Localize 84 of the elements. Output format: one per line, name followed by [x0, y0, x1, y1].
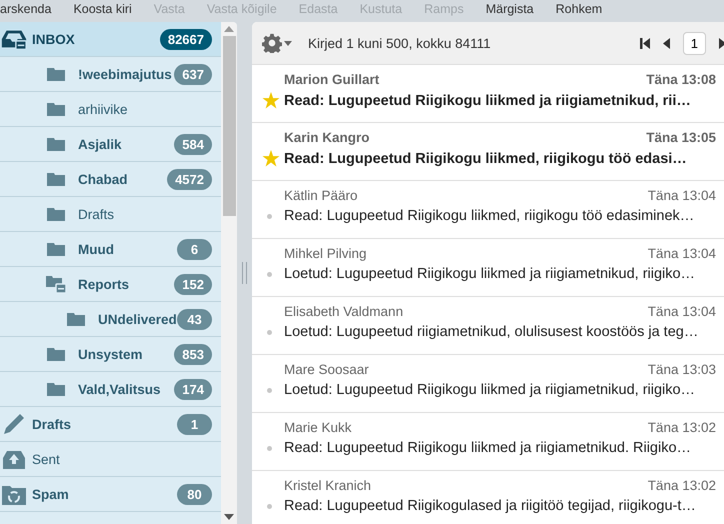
- status-dot-icon[interactable]: [267, 446, 272, 450]
- folder-name: arhiivike: [78, 102, 129, 116]
- folder-name: Sent: [32, 452, 61, 466]
- folder-name: Muud: [78, 242, 115, 256]
- status-dot-icon[interactable]: [267, 388, 272, 392]
- folder-name: Reports: [78, 276, 130, 292]
- unread-count-badge: 637: [174, 64, 212, 84]
- message-item[interactable]: Kristel Kranich Täna 13:02 Read: Lugupeetud Riigikogulased ja riigitöö tegijad, riigikogu-t…: [252, 471, 724, 524]
- folder-name: Unsystem: [78, 346, 144, 362]
- status-dot-icon[interactable]: [267, 272, 272, 276]
- folder-name: Asjalik: [78, 136, 123, 152]
- settings-menu-button[interactable]: [262, 33, 292, 53]
- message-subject: Read: Lugupeetud Riigikogu liikmed ja riigiametnikud. Riigiko…: [284, 440, 692, 456]
- folder-item[interactable]: INBOX 82667: [0, 22, 221, 57]
- star-icon[interactable]: [262, 150, 280, 167]
- scroll-up-arrow-icon[interactable]: [224, 26, 234, 32]
- folder-name: UNdelivered: [98, 312, 177, 326]
- message-item[interactable]: Marie Kukk Täna 13:02 Read: Lugupeetud Riigikogu liikmed ja riigiametnikud. Riigiko…: [252, 413, 724, 471]
- folder-name: Chabad: [78, 172, 129, 186]
- sender-name: Marie Kukk: [284, 420, 353, 435]
- scroll-down-arrow-icon[interactable]: [224, 514, 234, 520]
- folder-name: Vald,Valitsus: [78, 382, 162, 396]
- folder-name: Drafts: [32, 416, 72, 432]
- splitter-handle[interactable]: [242, 262, 247, 284]
- unread-count-badge: 80: [177, 484, 212, 504]
- toolbar-button[interactable]: Rohkem: [544, 2, 614, 16]
- message-date: Täna 13:04: [648, 188, 716, 203]
- unread-count-badge: 853: [174, 344, 212, 364]
- message-subject: Loetud: Lugupeetud riigiametnikud, olulisusest koostöös ja teg…: [284, 324, 698, 340]
- scrollbar[interactable]: [221, 22, 237, 524]
- message-subject: Loetud: Lugupeetud Riigikogu liikmed ja riigiametnikud, riigiko…: [284, 382, 696, 398]
- unread-count-badge: 584: [174, 134, 212, 154]
- message-subject: Read: Lugupeetud Riigikogu liikmed, riigikogu töö edasiminek…: [284, 208, 694, 224]
- sender-name: Mare Soosaar: [284, 362, 370, 377]
- message-item[interactable]: Mihkel Pilving Täna 13:04 Loetud: Lugupeetud Riigikogu liikmed ja riigiametnikud, riigiko…: [252, 239, 724, 297]
- folder-name: Spam: [32, 486, 70, 502]
- status-dot-icon[interactable]: [267, 214, 272, 218]
- folder-name: INBOX: [32, 32, 76, 46]
- status-dot-icon[interactable]: [267, 330, 272, 334]
- settings-icon: [262, 33, 282, 53]
- message-subject: Read: Lugupeetud Riigikogulased ja riigitöö tegijad, riigikogu-t…: [284, 498, 696, 514]
- toolbar-button[interactable]: Koosta kiri: [62, 2, 143, 16]
- folder-name: !weebimajutus: [78, 66, 173, 82]
- message-item[interactable]: Mare Soosaar Täna 13:03 Loetud: Lugupeetud Riigikogu liikmed ja riigiametnikud, riigiko…: [252, 355, 724, 413]
- message-date: Täna 13:04: [648, 304, 716, 319]
- sender-name: Karin Kangro: [284, 130, 371, 145]
- message-date: Täna 13:02: [648, 478, 716, 493]
- first-page-icon[interactable]: [640, 38, 650, 48]
- message-date: Täna 13:08: [646, 72, 716, 87]
- message-date: Täna 13:02: [648, 420, 716, 435]
- next-page-icon[interactable]: [719, 38, 724, 48]
- sender-name: Kätlin Pääro: [284, 188, 359, 203]
- message-subject: Loetud: Lugupeetud Riigikogu liikmed ja riigiametnikud, riigiko…: [284, 266, 696, 282]
- message-subject: Read: Lugupeetud Riigikogu liikmed, riigikogu töö edasi…: [284, 150, 687, 166]
- message-item[interactable]: Kätlin Pääro Täna 13:04 Read: Lugupeetud Riigikogu liikmed, riigikogu töö edasiminek…: [252, 181, 724, 239]
- sender-name: Mihkel Pilving: [284, 246, 368, 261]
- unread-count-badge: 4572: [167, 168, 212, 190]
- sender-name: Elisabeth Valdmann: [284, 304, 404, 319]
- page-number-field[interactable]: 1: [682, 32, 706, 54]
- unread-count-badge: 43: [177, 308, 212, 330]
- message-item[interactable]: Karin Kangro Täna 13:05 Read: Lugupeetud Riigikogu liikmed, riigikogu töö edasi…: [252, 123, 724, 181]
- message-date: Täna 13:04: [648, 246, 716, 261]
- previous-page-icon[interactable]: [662, 38, 670, 48]
- unread-count-badge: 82667: [160, 28, 212, 50]
- message-count-text: Kirjed 1 kuni 500, kokku 84111: [308, 36, 492, 50]
- folder-name: Drafts: [78, 206, 116, 222]
- message-subject: Read: Lugupeetud Riigikogu liikmed ja riigiametnikud, rii…: [284, 92, 691, 108]
- toolbar-button[interactable]: arskenda: [0, 2, 62, 16]
- sender-name: Kristel Kranich: [284, 478, 372, 493]
- star-icon[interactable]: [262, 92, 280, 109]
- toolbar-button[interactable]: Märgista: [474, 2, 545, 16]
- recycle-folder-icon: [0, 483, 28, 505]
- unread-count-badge: 152: [174, 274, 212, 294]
- sender-name: Marion Guillart: [284, 72, 380, 87]
- status-dot-icon[interactable]: [267, 504, 272, 508]
- caret-icon: [284, 40, 292, 46]
- outbox-icon: [0, 448, 28, 470]
- message-item[interactable]: Marion Guillart Täna 13:08 Read: Lugupeetud Riigikogu liikmed ja riigiametnikud, rii…: [252, 65, 724, 123]
- message-item[interactable]: Elisabeth Valdmann Täna 13:04 Loetud: Lugupeetud riigiametnikud, olulisusest koostöös ja teg…: [252, 297, 724, 355]
- unread-count-badge: 1: [177, 414, 212, 434]
- unread-count-badge: 6: [177, 238, 212, 260]
- unread-count-badge: 174: [174, 378, 212, 400]
- message-date: Täna 13:05: [646, 130, 716, 145]
- message-date: Täna 13:03: [648, 362, 716, 377]
